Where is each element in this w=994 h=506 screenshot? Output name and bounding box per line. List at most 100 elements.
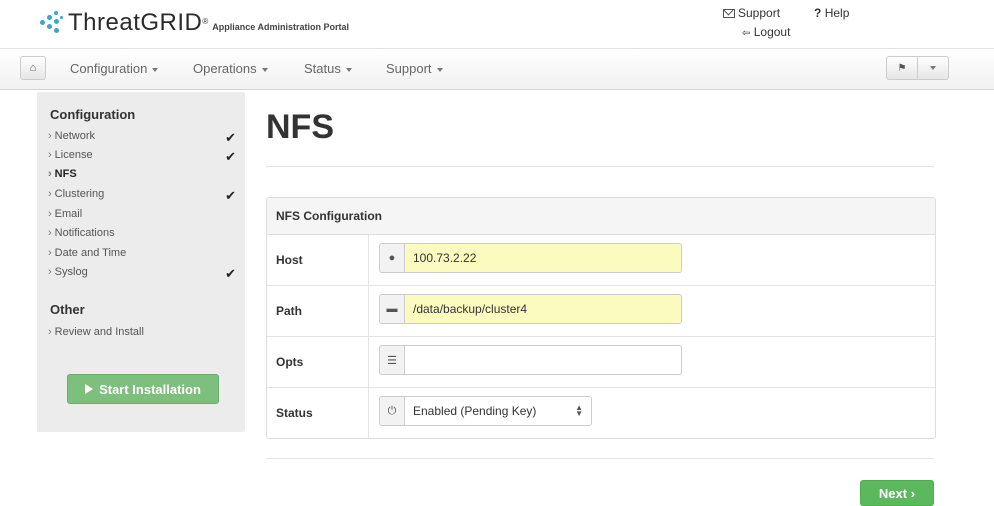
chevron-right-icon: › bbox=[48, 326, 52, 338]
chevron-right-icon: › bbox=[48, 208, 52, 220]
support-link-label: Support bbox=[738, 6, 781, 20]
next-button[interactable]: Next › bbox=[860, 480, 934, 506]
header: ThreatGRID ® Appliance Administration Po… bbox=[0, 0, 994, 48]
sidebar-item-label: Clustering bbox=[54, 188, 105, 200]
host-label: Host bbox=[267, 235, 369, 285]
sidebar-heading-configuration: Configuration bbox=[50, 107, 136, 122]
chevron-down-icon bbox=[345, 67, 352, 72]
opts-input[interactable] bbox=[405, 346, 681, 374]
opts-label: Opts bbox=[267, 337, 369, 387]
status-select-value: Enabled (Pending Key) bbox=[413, 404, 537, 418]
sidebar-item-label: License bbox=[54, 149, 93, 161]
path-row: Path ▬ bbox=[267, 286, 935, 337]
sidebar-item-label: Email bbox=[54, 208, 83, 220]
play-icon bbox=[85, 384, 94, 394]
path-label: Path bbox=[267, 286, 369, 336]
sidebar-item-network[interactable]: › Network ✔ bbox=[48, 130, 236, 148]
start-installation-label: Start Installation bbox=[99, 381, 201, 397]
host-input[interactable] bbox=[405, 244, 681, 272]
sidebar-item-email[interactable]: › Email bbox=[48, 208, 236, 226]
sidebar-item-label: NFS bbox=[54, 168, 77, 180]
sidebar-item-label: Date and Time bbox=[54, 247, 127, 259]
sliders-icon: ☰ bbox=[380, 346, 405, 374]
nav-configuration[interactable]: Configuration bbox=[70, 61, 159, 76]
sidebar: Configuration › Network ✔ › License ✔ › NFS… bbox=[37, 92, 245, 432]
home-icon: ⌂ bbox=[29, 62, 37, 74]
nav-support-label: Support bbox=[386, 61, 432, 76]
nav-configuration-label: Configuration bbox=[70, 61, 148, 76]
nav-operations[interactable]: Operations bbox=[193, 61, 268, 76]
folder-icon: ▬ bbox=[380, 295, 405, 323]
registered-mark: ® bbox=[202, 17, 209, 26]
sidebar-item-syslog[interactable]: › Syslog ✔ bbox=[48, 266, 236, 284]
nav-support[interactable]: Support bbox=[386, 61, 443, 76]
power-icon: ⏻ bbox=[380, 397, 405, 425]
chevron-right-icon: › bbox=[48, 266, 52, 278]
nav-status-label: Status bbox=[304, 61, 341, 76]
chevron-right-icon: › bbox=[48, 149, 52, 161]
chevron-right-icon: › bbox=[48, 188, 52, 200]
opts-row: Opts ☰ bbox=[267, 337, 935, 388]
nfs-config-panel: NFS Configuration Host ● Path ▬ Opts ☰ S… bbox=[266, 197, 936, 439]
home-button[interactable]: ⌂ bbox=[20, 56, 46, 80]
sidebar-item-label: Syslog bbox=[54, 266, 88, 278]
status-select[interactable]: Enabled (Pending Key) ▲ ▼ bbox=[405, 397, 591, 425]
nav-operations-label: Operations bbox=[193, 61, 257, 76]
check-icon: ✔ bbox=[225, 149, 236, 164]
chevron-right-icon: › bbox=[910, 485, 916, 501]
next-button-label: Next bbox=[878, 485, 908, 501]
flag-button[interactable]: ⚑ bbox=[887, 57, 917, 79]
sidebar-item-label: Notifications bbox=[54, 227, 115, 239]
sidebar-item-review-and-install[interactable]: › Review and Install bbox=[48, 326, 236, 344]
portal-subtitle: Appliance Administration Portal bbox=[212, 22, 349, 32]
host-row: Host ● bbox=[267, 235, 935, 286]
sidebar-heading-other: Other bbox=[50, 302, 85, 317]
path-input[interactable] bbox=[405, 295, 681, 323]
status-row: Status ⏻ Enabled (Pending Key) ▲ ▼ bbox=[267, 388, 935, 438]
logout-link[interactable]: ⇦ Logout bbox=[742, 25, 790, 39]
nav-status[interactable]: Status bbox=[304, 61, 352, 76]
logout-link-label: Logout bbox=[753, 25, 791, 39]
status-label: Status bbox=[267, 388, 369, 438]
start-installation-button[interactable]: Start Installation bbox=[67, 374, 219, 404]
threatgrid-logo-icon bbox=[38, 10, 64, 36]
sidebar-item-clustering[interactable]: › Clustering ✔ bbox=[48, 188, 236, 206]
divider bbox=[266, 166, 934, 167]
logo: ThreatGRID ® Appliance Administration Po… bbox=[38, 10, 349, 36]
navbar: ⌂ Configuration Operations Status Suppor… bbox=[0, 48, 994, 90]
help-link-label: Help bbox=[824, 6, 850, 20]
flag-dropdown-toggle[interactable] bbox=[917, 57, 948, 79]
status-input-group: ⏻ Enabled (Pending Key) ▲ ▼ bbox=[379, 396, 592, 426]
brand-name: ThreatGRID bbox=[68, 9, 203, 36]
path-input-group: ▬ bbox=[379, 294, 682, 324]
envelope-icon bbox=[723, 9, 735, 19]
flag-icon: ⚑ bbox=[897, 62, 907, 74]
sidebar-item-nfs[interactable]: › NFS bbox=[48, 168, 236, 186]
chevron-right-icon: › bbox=[48, 247, 52, 259]
host-input-group: ● bbox=[379, 243, 682, 273]
panel-heading: NFS Configuration bbox=[267, 198, 935, 235]
support-link[interactable]: Support bbox=[723, 6, 780, 20]
chevron-down-icon bbox=[436, 67, 443, 72]
check-icon: ✔ bbox=[225, 130, 236, 145]
sidebar-item-license[interactable]: › License ✔ bbox=[48, 149, 236, 167]
help-question-icon: ? bbox=[814, 6, 822, 20]
sidebar-item-label: Network bbox=[54, 130, 96, 142]
sidebar-item-date-and-time[interactable]: › Date and Time bbox=[48, 247, 236, 265]
chevron-right-icon: › bbox=[48, 227, 52, 239]
sidebar-item-notifications[interactable]: › Notifications bbox=[48, 227, 236, 245]
chevron-down-icon bbox=[930, 66, 936, 70]
help-link[interactable]: ? Help bbox=[814, 6, 849, 20]
chevron-down-icon bbox=[152, 67, 159, 72]
check-icon: ✔ bbox=[225, 188, 236, 203]
chevron-down-icon bbox=[261, 67, 268, 72]
opts-input-group: ☰ bbox=[379, 345, 682, 375]
chevron-right-icon: › bbox=[48, 130, 52, 142]
check-icon: ✔ bbox=[225, 266, 236, 281]
chevron-right-icon: › bbox=[48, 168, 52, 180]
select-arrows-icon: ▲ ▼ bbox=[575, 403, 583, 418]
sidebar-item-label: Review and Install bbox=[54, 326, 144, 338]
globe-icon: ● bbox=[380, 244, 405, 272]
page-title: NFS bbox=[266, 108, 334, 146]
flag-dropdown[interactable]: ⚑ bbox=[886, 56, 949, 80]
